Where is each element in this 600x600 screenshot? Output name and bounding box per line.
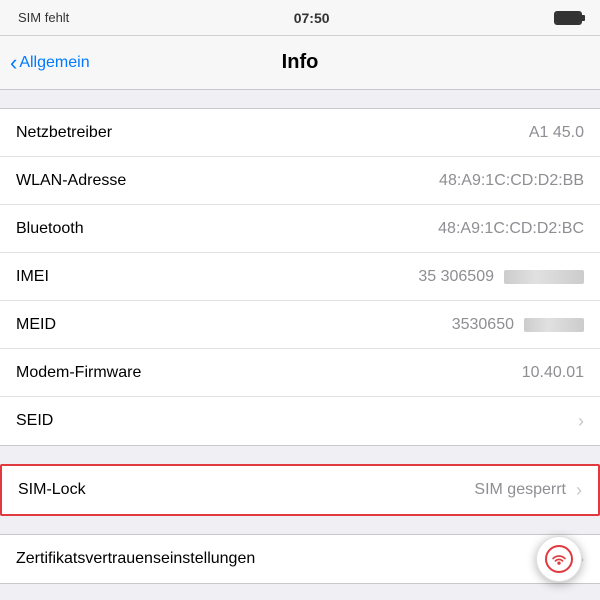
- simlock-section: SIM-Lock SIM gesperrt ›: [0, 464, 600, 516]
- meid-blur: [524, 318, 584, 332]
- status-bar: SIM fehlt 07:50: [0, 0, 600, 36]
- row-label-simlock: SIM-Lock: [18, 481, 86, 499]
- row-value-netzbetreiber: A1 45.0: [529, 124, 584, 142]
- table-row[interactable]: Zertifikatsvertrauenseinstellungen ›: [0, 535, 600, 583]
- row-value-modem: 10.40.01: [522, 364, 584, 382]
- carrier-label: SIM fehlt: [18, 10, 69, 25]
- table-row: MEID 3530650: [0, 301, 600, 349]
- nav-bar: ‹ Allgemein Info: [0, 36, 600, 90]
- row-label-cert: Zertifikatsvertrauenseinstellungen: [16, 550, 255, 568]
- row-label-wlan: WLAN-Adresse: [16, 172, 126, 190]
- row-label-netzbetreiber: Netzbetreiber: [16, 124, 112, 142]
- back-label: Allgemein: [19, 54, 89, 72]
- table-row[interactable]: SEID ›: [0, 397, 600, 445]
- assistive-touch-icon: [549, 549, 569, 569]
- assistive-touch-inner: [545, 545, 573, 573]
- battery-icon: [554, 11, 582, 25]
- back-button[interactable]: ‹ Allgemein: [10, 52, 90, 74]
- simlock-status: SIM gesperrt: [474, 481, 566, 499]
- simlock-row[interactable]: SIM-Lock SIM gesperrt ›: [2, 466, 598, 514]
- row-value-meid: 3530650: [452, 316, 584, 334]
- battery-area: [554, 11, 582, 25]
- table-row: IMEI 35 306509: [0, 253, 600, 301]
- table-row: Modem-Firmware 10.40.01: [0, 349, 600, 397]
- cert-section: Zertifikatsvertrauenseinstellungen ›: [0, 534, 600, 584]
- assistive-touch-button[interactable]: [536, 536, 582, 582]
- row-label-meid: MEID: [16, 316, 56, 334]
- row-value-imei: 35 306509: [418, 268, 584, 286]
- row-value-bluetooth: 48:A9:1C:CD:D2:BC: [438, 220, 584, 238]
- row-value-seid: ›: [574, 411, 584, 432]
- row-label-modem: Modem-Firmware: [16, 364, 141, 382]
- back-chevron-icon: ‹: [10, 52, 17, 74]
- chevron-right-icon: ›: [578, 411, 584, 432]
- battery-fill: [556, 13, 580, 23]
- table-row: Netzbetreiber A1 45.0: [0, 109, 600, 157]
- simlock-group: SIM-Lock SIM gesperrt ›: [0, 464, 600, 516]
- imei-blur: [504, 270, 584, 284]
- chevron-right-icon: ›: [576, 480, 582, 501]
- row-value-wlan: 48:A9:1C:CD:D2:BB: [439, 172, 584, 190]
- main-info-group: Netzbetreiber A1 45.0 WLAN-Adresse 48:A9…: [0, 108, 600, 446]
- main-info-section: Netzbetreiber A1 45.0 WLAN-Adresse 48:A9…: [0, 108, 600, 446]
- cert-group: Zertifikatsvertrauenseinstellungen ›: [0, 534, 600, 584]
- page-title: Info: [282, 51, 319, 74]
- row-label-bluetooth: Bluetooth: [16, 220, 84, 238]
- row-label-imei: IMEI: [16, 268, 49, 286]
- content-area: Netzbetreiber A1 45.0 WLAN-Adresse 48:A9…: [0, 90, 600, 600]
- row-label-seid: SEID: [16, 412, 53, 430]
- time-label: 07:50: [294, 10, 330, 26]
- table-row: WLAN-Adresse 48:A9:1C:CD:D2:BB: [0, 157, 600, 205]
- row-value-simlock: SIM gesperrt ›: [474, 480, 582, 501]
- table-row: Bluetooth 48:A9:1C:CD:D2:BC: [0, 205, 600, 253]
